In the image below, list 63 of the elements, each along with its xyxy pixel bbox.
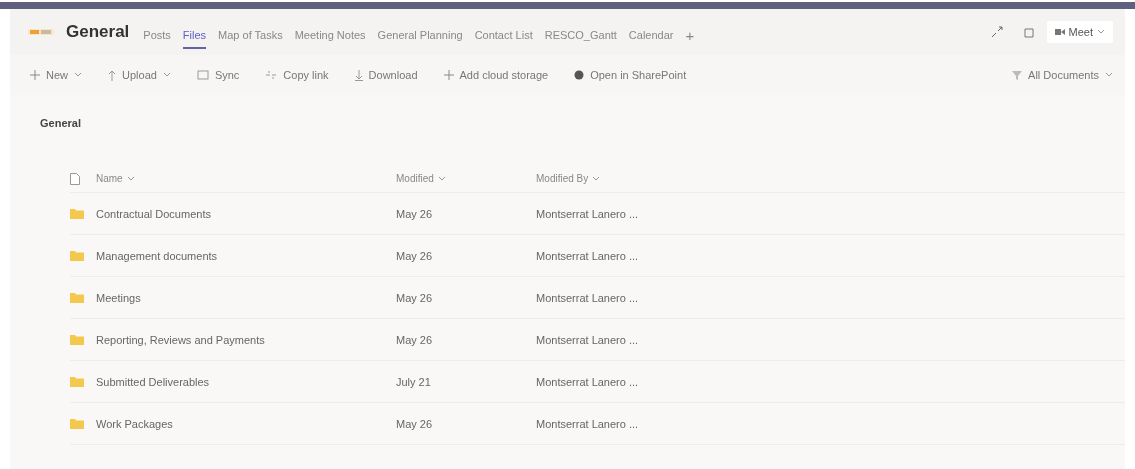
modified-date: May 26 bbox=[396, 291, 434, 304]
toolbar-button[interactable]: Sync bbox=[196, 69, 240, 81]
upload-icon bbox=[108, 69, 116, 81]
folder-name[interactable]: Reporting, Reviews and Payments bbox=[96, 333, 396, 346]
modified-date: July 21 bbox=[396, 375, 432, 388]
folder-icon bbox=[70, 334, 84, 345]
tab[interactable]: Calendar bbox=[628, 23, 674, 49]
caret-icon bbox=[437, 175, 446, 182]
modified-by: Montserrat Lanero ... bbox=[536, 207, 640, 220]
tab[interactable]: Map of Tasks bbox=[218, 23, 283, 49]
folder-icon bbox=[70, 418, 84, 429]
modified-by: Montserrat Lanero ... bbox=[536, 249, 640, 262]
toolbar-button[interactable]: Add cloud storage bbox=[443, 69, 549, 81]
caret-icon bbox=[74, 72, 82, 78]
tab[interactable]: General Planning bbox=[377, 23, 463, 49]
add-tab-button[interactable]: + bbox=[685, 20, 695, 52]
tab[interactable]: Posts bbox=[143, 23, 171, 49]
folder-name[interactable]: Submitted Deliverables bbox=[96, 375, 396, 388]
modified-by: Montserrat Lanero ... bbox=[536, 291, 640, 304]
caret-icon bbox=[1097, 29, 1105, 35]
caret-icon bbox=[126, 175, 135, 182]
channel-name: General bbox=[66, 22, 130, 42]
plus-icon bbox=[443, 70, 454, 80]
caret-icon bbox=[592, 175, 601, 182]
toolbar-button[interactable]: Download bbox=[354, 69, 418, 81]
download-icon bbox=[354, 69, 363, 81]
folder-name[interactable]: Meetings bbox=[96, 291, 396, 304]
modified-date: May 26 bbox=[396, 249, 434, 262]
toolbar-button[interactable]: Open in SharePoint bbox=[574, 69, 687, 81]
folder-icon bbox=[70, 292, 84, 303]
modified-by: Montserrat Lanero ... bbox=[536, 333, 640, 346]
modified-by: Montserrat Lanero ... bbox=[536, 417, 640, 430]
modified-date: May 26 bbox=[396, 207, 434, 220]
folder-name[interactable]: Management documents bbox=[96, 249, 396, 262]
modified-by: Montserrat Lanero ... bbox=[536, 375, 640, 388]
view-button[interactable]: All Documents bbox=[1012, 69, 1113, 81]
video-icon bbox=[1054, 28, 1065, 36]
column-header[interactable]: Name bbox=[96, 173, 396, 184]
file-type-icon bbox=[70, 172, 80, 185]
tab[interactable]: Contact List bbox=[474, 23, 533, 49]
toolbar-button[interactable]: New bbox=[30, 69, 82, 81]
expand-icon[interactable] bbox=[990, 26, 1003, 38]
caret-icon bbox=[162, 72, 171, 78]
caret-icon bbox=[1105, 72, 1113, 78]
folder-name[interactable]: Contractual Documents bbox=[96, 207, 396, 220]
toolbar-button[interactable]: Upload bbox=[108, 69, 171, 81]
folder-icon bbox=[70, 376, 84, 387]
plus-icon bbox=[30, 70, 40, 80]
filter-icon bbox=[1012, 70, 1023, 80]
column-header[interactable]: Modified bbox=[396, 173, 536, 184]
folder-icon bbox=[70, 208, 84, 219]
team-logo bbox=[28, 26, 54, 38]
column-header[interactable]: Modified By bbox=[536, 173, 736, 184]
tab[interactable]: Files bbox=[182, 23, 207, 49]
modified-date: May 26 bbox=[396, 417, 434, 430]
breadcrumb: General bbox=[40, 116, 82, 131]
folder-icon bbox=[70, 250, 84, 261]
folder-name[interactable]: Work Packages bbox=[96, 417, 396, 430]
toolbar-button[interactable]: Copy link bbox=[265, 69, 329, 81]
tab[interactable]: Meeting Notes bbox=[294, 23, 366, 49]
modified-date: May 26 bbox=[396, 333, 434, 346]
meet-button[interactable]: Meet bbox=[1046, 21, 1113, 43]
tab[interactable]: RESCO_Gantt bbox=[544, 23, 617, 49]
